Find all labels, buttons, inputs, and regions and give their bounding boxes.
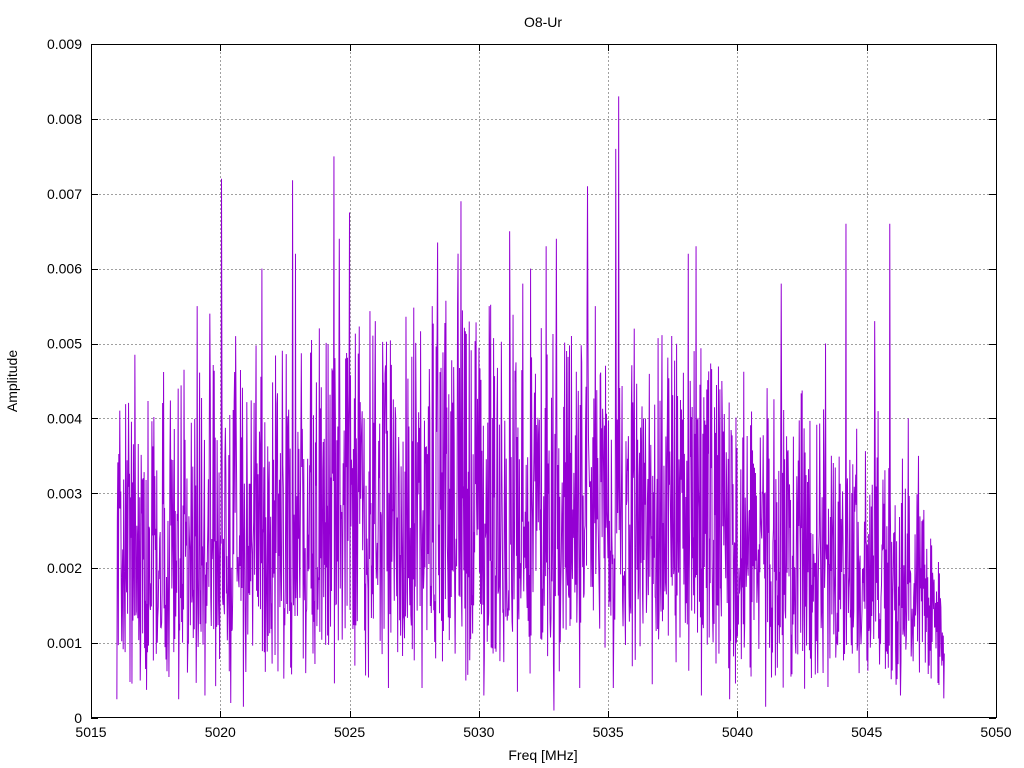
- y-axis-label: Amplitude: [4, 350, 20, 412]
- x-tick-label: 5040: [722, 724, 753, 740]
- y-tick-label: 0.009: [47, 36, 82, 52]
- y-tick-label: 0: [74, 710, 82, 726]
- x-tick-label: 5025: [334, 724, 365, 740]
- x-tick-label: 5045: [851, 724, 882, 740]
- x-tick-label: 5030: [463, 724, 494, 740]
- chart-title: O8-Ur: [524, 14, 562, 30]
- y-tick-label: 0.001: [47, 635, 82, 651]
- spectrum-chart: 5015 5020 5025 5030 5035 5040 5045 5050 0 0.001 0.…: [0, 0, 1024, 768]
- x-tick-label: 5035: [593, 724, 624, 740]
- y-tick-label: 0.005: [47, 336, 82, 352]
- x-tick-label: 5020: [205, 724, 236, 740]
- x-tick-label: 5015: [75, 724, 106, 740]
- y-tick-label: 0.002: [47, 560, 82, 576]
- y-tick-label: 0.008: [47, 111, 82, 127]
- y-tick-label: 0.004: [47, 410, 82, 426]
- x-axis-label: Freq [MHz]: [508, 747, 577, 763]
- x-tick-label: 5050: [980, 724, 1011, 740]
- y-tick-label: 0.003: [47, 485, 82, 501]
- y-tick-label: 0.007: [47, 186, 82, 202]
- y-tick-label: 0.006: [47, 261, 82, 277]
